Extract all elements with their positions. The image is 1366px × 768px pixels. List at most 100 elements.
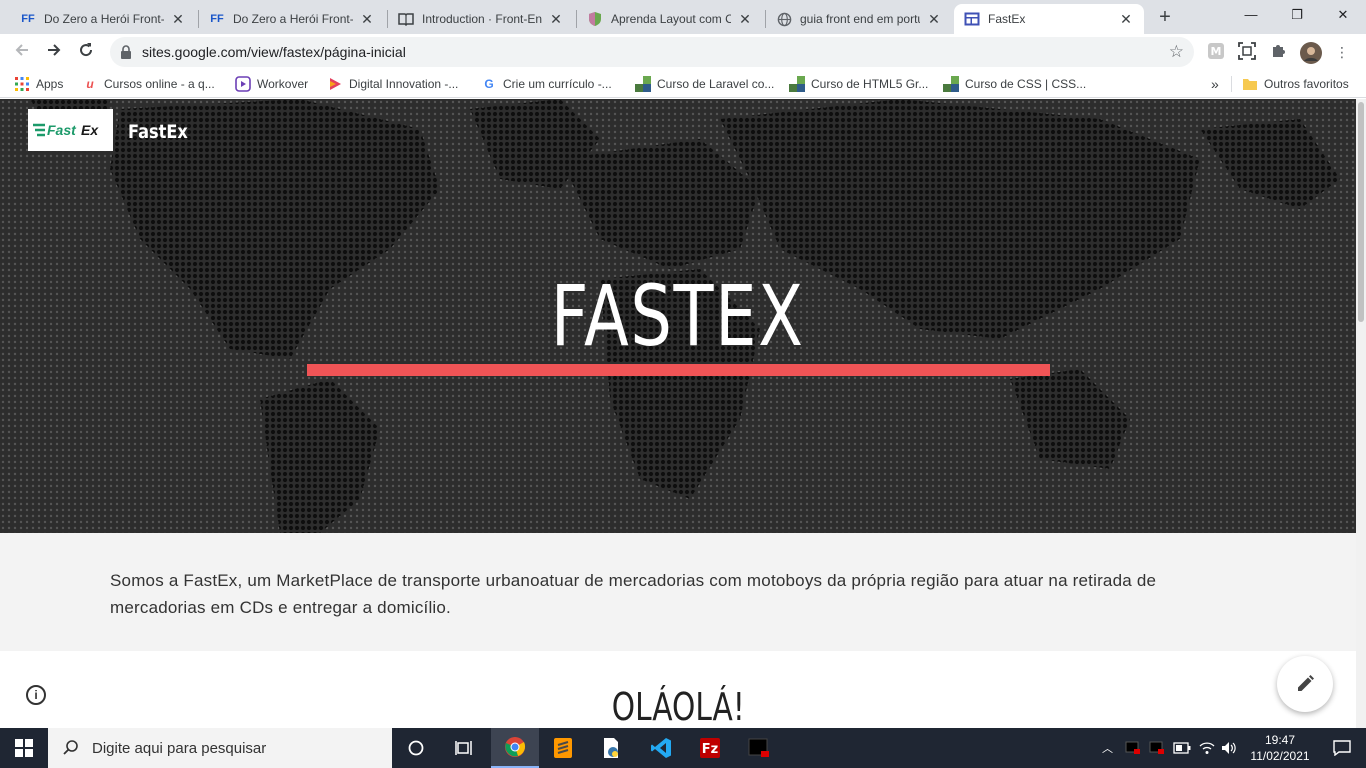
search-placeholder: Digite aqui para pesquisar (92, 739, 267, 757)
profile-avatar[interactable] (1300, 42, 1322, 64)
bookmark-curso-laravel[interactable]: Curso de Laravel co... (635, 75, 774, 93)
taskbar-search-box[interactable]: Digite aqui para pesquisar (48, 728, 392, 768)
tab-title: FastEx (988, 12, 1026, 26)
play-icon (235, 76, 251, 92)
system-tray: ︿ (1102, 728, 1239, 768)
tab-do-zero-a-heroi-2[interactable]: FF Do Zero a Herói Front-E ✕ (199, 4, 385, 34)
truck-logo-icon: Fast Ex (32, 122, 99, 138)
chrome-taskbar-icon[interactable] (491, 728, 539, 768)
start-button[interactable] (0, 728, 48, 768)
hero-title: FASTEX (0, 267, 1356, 365)
tab-do-zero-a-heroi-1[interactable]: FF Do Zero a Herói Front-E ✕ (10, 4, 196, 34)
windows-logo-icon (15, 739, 33, 757)
bookmark-label: Curso de CSS | CSS... (965, 77, 1087, 91)
shield-icon (587, 11, 603, 27)
python-file-icon[interactable] (587, 728, 635, 768)
bookmark-crie-curriculo[interactable]: G Crie um currículo -... (481, 75, 612, 93)
taskbar-clock[interactable]: 19:47 11/02/2021 (1245, 732, 1315, 764)
intro-text: Somos a FastEx, um MarketPlace de transp… (110, 571, 1157, 617)
tab-aprenda-layout[interactable]: Aprenda Layout com CS ✕ (577, 4, 763, 34)
terminal-app-icon[interactable] (735, 728, 783, 768)
back-button[interactable] (10, 40, 34, 64)
tab-introduction-front-end[interactable]: Introduction · Front-End ✕ (388, 4, 574, 34)
restore-button[interactable]: ❐ (1274, 0, 1320, 30)
extensions-puzzle-icon[interactable] (1269, 42, 1289, 62)
folder-icon (1242, 76, 1258, 92)
bookmark-label: Outros favoritos (1264, 77, 1349, 91)
tray-app-icon[interactable] (1125, 740, 1141, 756)
extension-m-icon[interactable]: M (1206, 42, 1226, 62)
vscode-icon[interactable] (637, 728, 685, 768)
apps-grid-icon (14, 76, 30, 92)
book-icon (398, 11, 414, 27)
volume-icon[interactable] (1221, 741, 1239, 755)
clock-time: 19:47 (1264, 733, 1296, 747)
pencil-icon (1298, 675, 1314, 691)
intro-section: Somos a FastEx, um MarketPlace de transp… (0, 533, 1356, 651)
url-text: sites.google.com/view/fastex/página-inic… (142, 44, 406, 60)
notifications-icon[interactable] (1318, 728, 1366, 768)
section-title-text: OLÁOLÁ! (611, 685, 745, 728)
bookmark-apps[interactable]: Apps (14, 75, 63, 93)
info-icon[interactable]: i (26, 685, 46, 705)
forward-button[interactable] (42, 40, 66, 64)
bookmark-outros-favoritos[interactable]: Outros favoritos (1242, 75, 1349, 93)
blocks-icon (943, 76, 959, 92)
show-hidden-icons-icon[interactable]: ︿ (1102, 740, 1113, 756)
reload-button[interactable] (74, 40, 98, 64)
tab-close-icon[interactable]: ✕ (926, 11, 942, 27)
sublime-text-icon[interactable] (539, 728, 587, 768)
battery-icon[interactable] (1173, 742, 1191, 754)
bookmark-label: Apps (36, 77, 64, 91)
minimize-button[interactable]: — (1228, 0, 1274, 30)
tab-title: Introduction · Front-End (422, 12, 542, 26)
bookmark-digital-innovation[interactable]: Digital Innovation -... (327, 75, 458, 93)
tab-close-icon[interactable]: ✕ (170, 11, 186, 27)
bookmarks-overflow-button[interactable]: » (1211, 75, 1219, 93)
new-tab-button[interactable]: + (1154, 6, 1176, 28)
bookmark-label: Curso de Laravel co... (657, 77, 775, 91)
blocks-icon (789, 76, 805, 92)
tab-title: Do Zero a Herói Front-E (44, 12, 164, 26)
windows-taskbar: Digite aqui para pesquisar Fz ︿ 19:47 11… (0, 728, 1366, 768)
address-bar[interactable]: sites.google.com/view/fastex/página-inic… (110, 37, 1194, 67)
site-logo[interactable]: Fast Ex (28, 109, 113, 151)
tab-close-icon[interactable]: ✕ (548, 11, 564, 27)
bookmark-label: Crie um currículo -... (503, 77, 612, 91)
tab-close-icon[interactable]: ✕ (1118, 11, 1134, 27)
svg-text:Fz: Fz (702, 742, 718, 757)
tab-fastex[interactable]: FastEx ✕ (954, 4, 1144, 34)
bookmark-cursos-online[interactable]: u Cursos online - a q... (82, 75, 214, 93)
screen-capture-icon[interactable] (1237, 42, 1257, 62)
tab-title: Do Zero a Herói Front-E (233, 12, 353, 26)
close-window-button[interactable]: ✕ (1320, 0, 1366, 30)
tab-title: guia front end em portu (800, 12, 920, 26)
tab-title: Aprenda Layout com CS (611, 12, 731, 26)
bookmark-curso-html5[interactable]: Curso de HTML5 Gr... (789, 75, 928, 93)
ff-favicon-icon: FF (210, 13, 224, 25)
tab-guia-front-end[interactable]: guia front end em portu ✕ (766, 4, 952, 34)
site-name[interactable]: FastEx (128, 121, 188, 143)
chrome-menu-icon[interactable]: ⋮ (1332, 42, 1352, 62)
lock-icon (120, 45, 132, 59)
tray-app-icon[interactable] (1149, 740, 1165, 756)
blocks-icon (635, 76, 651, 92)
filezilla-icon[interactable]: Fz (686, 728, 734, 768)
task-view-icon[interactable] (440, 728, 488, 768)
scrollbar-thumb[interactable] (1358, 102, 1364, 322)
edit-pencil-button[interactable] (1277, 656, 1333, 712)
wifi-icon[interactable] (1199, 741, 1215, 755)
ff-favicon-icon: FF (21, 13, 35, 25)
bookmark-workover[interactable]: Workover (235, 75, 308, 93)
bookmark-curso-css[interactable]: Curso de CSS | CSS... (943, 75, 1086, 93)
bookmark-star-icon[interactable]: ☆ (1169, 42, 1184, 62)
bookmarks-divider (1231, 76, 1232, 92)
tab-close-icon[interactable]: ✕ (737, 11, 753, 27)
browser-tab-strip: FF Do Zero a Herói Front-E ✕ FF Do Zero … (0, 0, 1366, 34)
bookmark-label: Curso de HTML5 Gr... (811, 77, 929, 91)
tab-close-icon[interactable]: ✕ (359, 11, 375, 27)
dio-icon (327, 76, 343, 92)
hero-accent-bar (307, 364, 1050, 376)
cortana-icon[interactable] (392, 728, 440, 768)
svg-text:Ex: Ex (81, 122, 99, 138)
